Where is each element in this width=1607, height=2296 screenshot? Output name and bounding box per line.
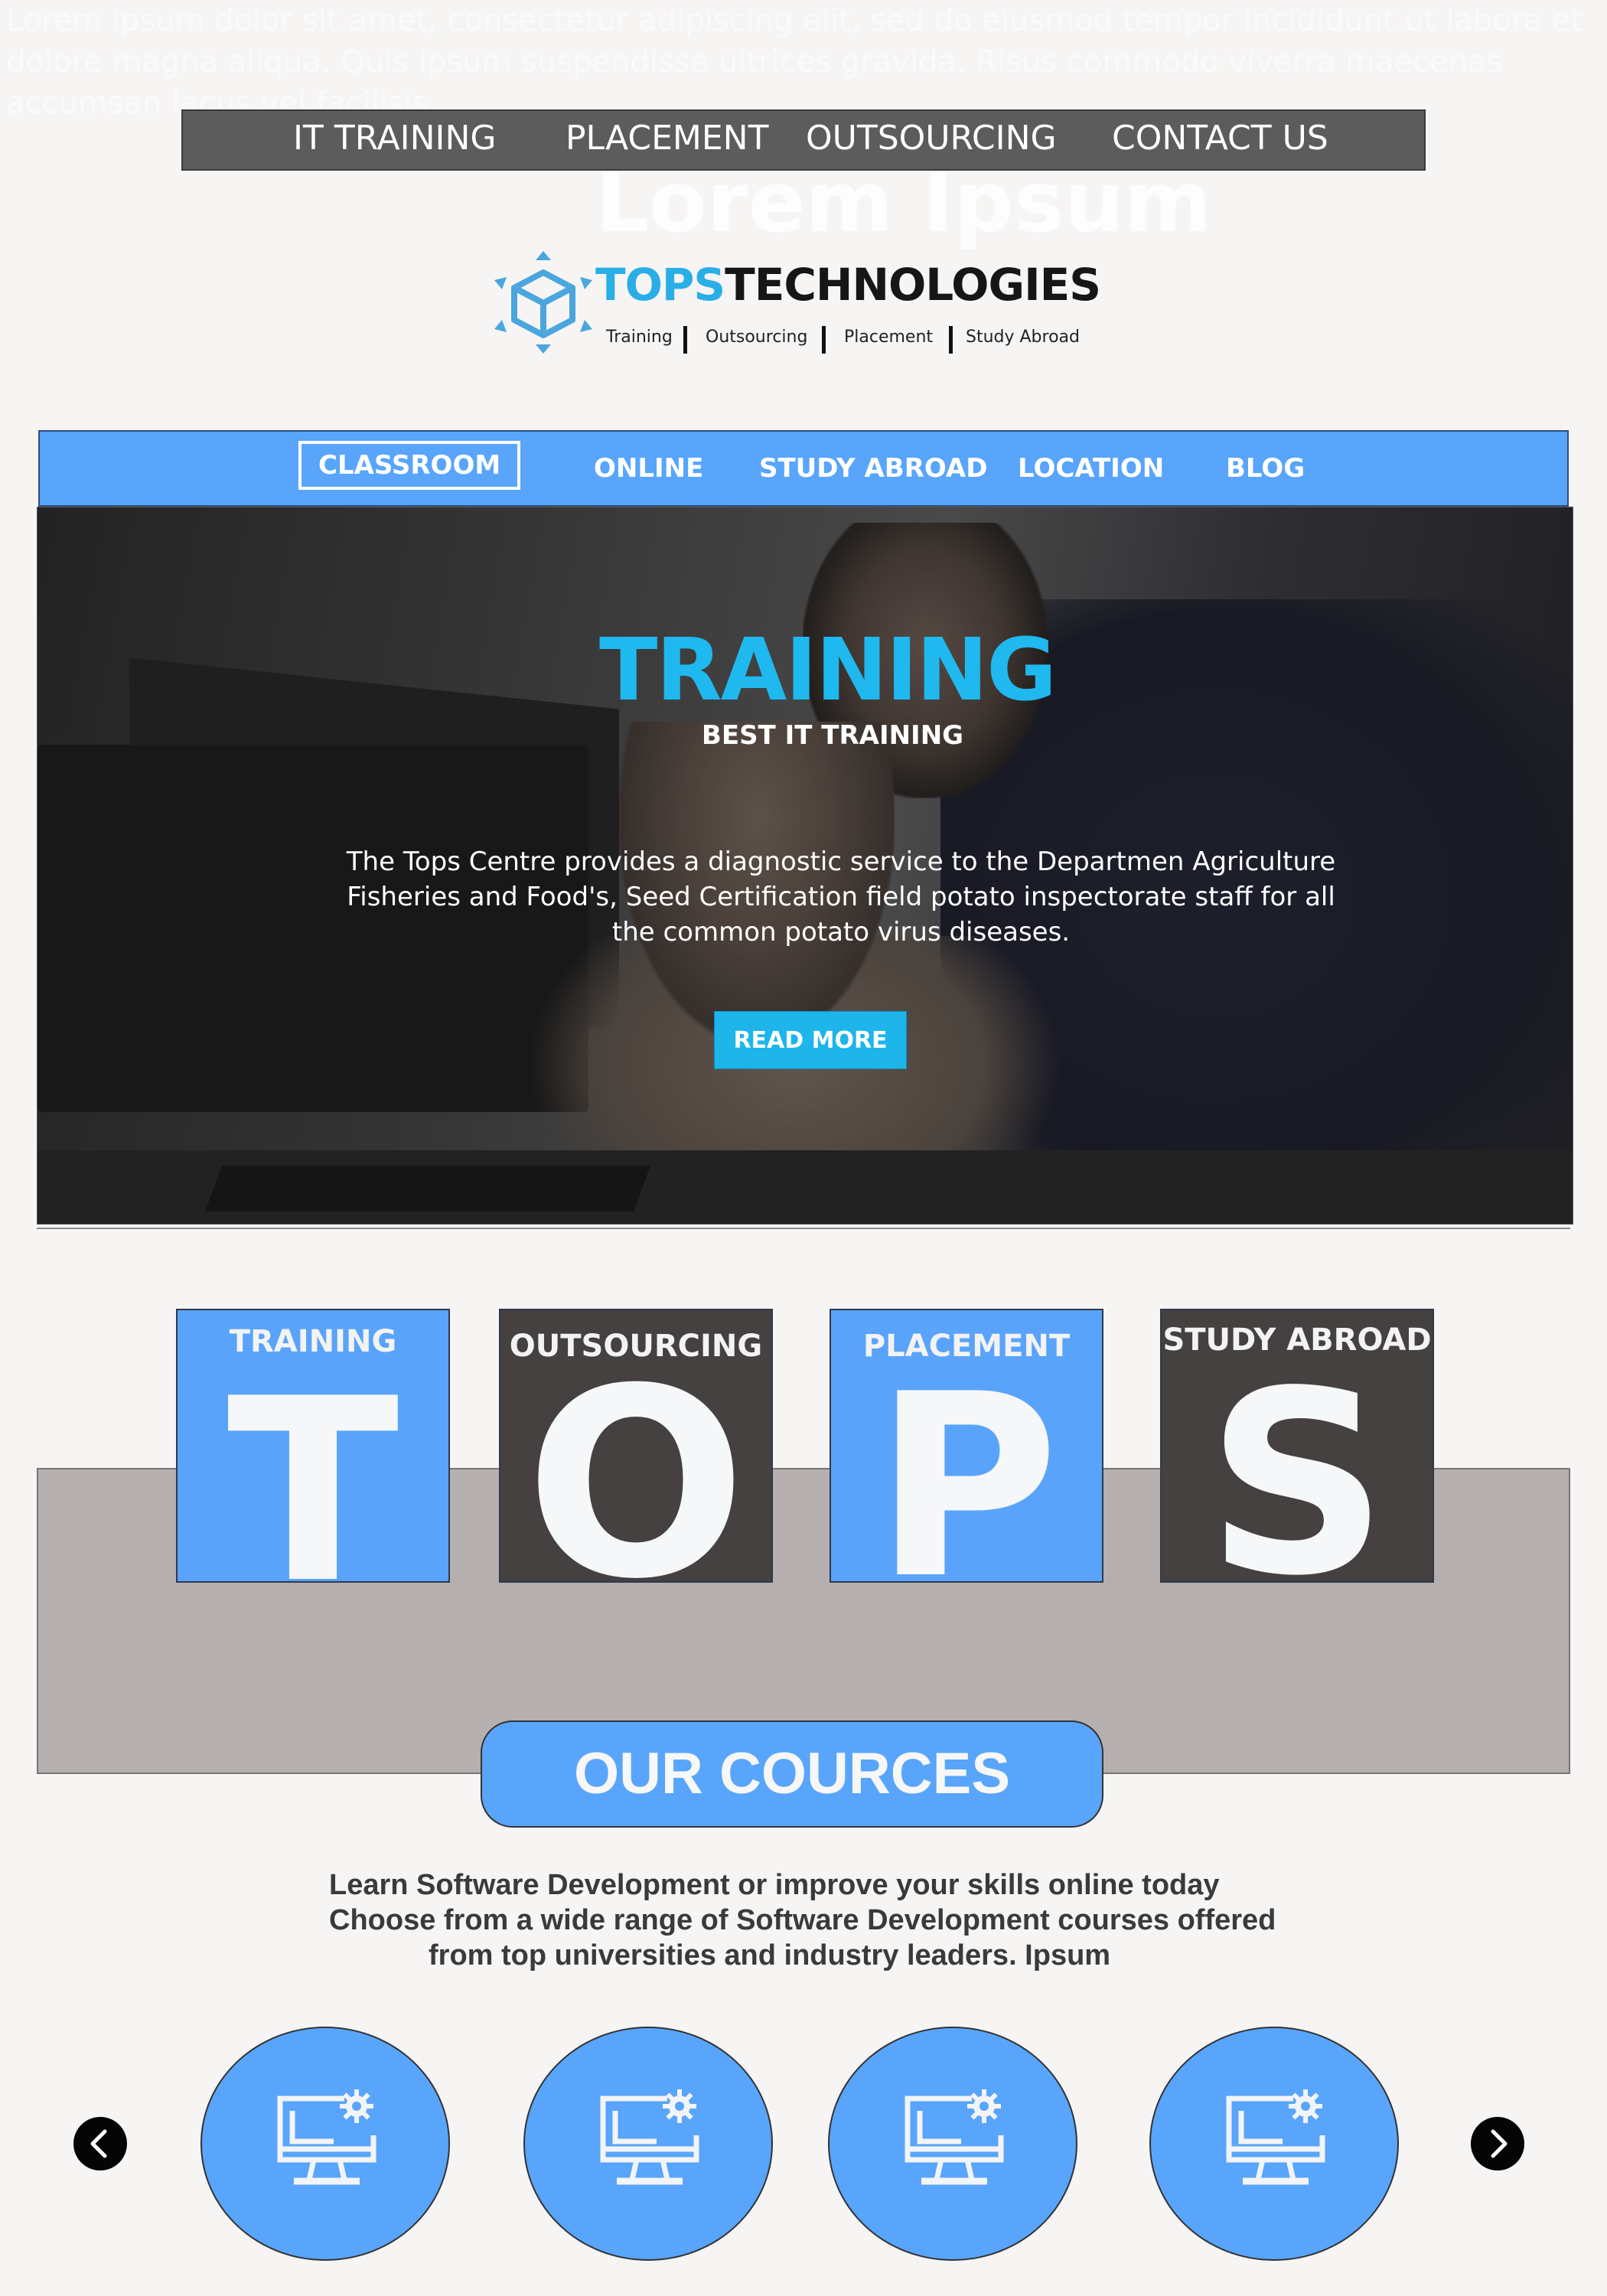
computer-settings-icon (600, 2089, 699, 2185)
courses-description-line: from top universities and industry leade… (429, 1939, 1111, 1971)
courses-description: Learn Software Development or improve yo… (329, 1867, 1324, 1973)
tile-placement[interactable]: PLACEMENT P (830, 1309, 1103, 1583)
logo-tagline-training: Training (606, 328, 673, 347)
brand-name: TOPSTECHNOLOGIES (595, 259, 1101, 311)
tile-letter: S (1206, 1337, 1388, 1583)
logo-tagline-study-abroad: Study Abroad (966, 328, 1080, 347)
hero-description: The Tops Centre provides a diagnostic se… (344, 844, 1338, 950)
logo-tagline-placement: Placement (844, 328, 934, 347)
hero-subtitle: BEST IT TRAINING (701, 720, 964, 751)
top-nav-it-training[interactable]: IT TRAINING (293, 119, 496, 158)
cube-logo-icon (494, 251, 592, 354)
tile-training[interactable]: TRAINING T (176, 1309, 450, 1583)
logo-tagline-divider (822, 326, 826, 354)
computer-settings-icon (905, 2089, 1004, 2185)
read-more-button[interactable]: READ MORE (714, 1011, 907, 1069)
divider (37, 1228, 1570, 1229)
tile-outsourcing[interactable]: OUTSOURCING O (499, 1309, 773, 1583)
nav-tab-classroom[interactable]: CLASSROOM (298, 441, 521, 490)
carousel-next-button[interactable] (1471, 2117, 1524, 2170)
course-item[interactable] (523, 2027, 773, 2261)
nav-tab-blog[interactable]: BLOG (1226, 453, 1305, 484)
brand-name-tops: TOPS (595, 259, 725, 311)
chevron-left-icon (90, 2129, 107, 2158)
course-item[interactable] (828, 2027, 1077, 2261)
carousel-prev-button[interactable] (73, 2117, 127, 2170)
course-item[interactable] (1149, 2027, 1399, 2261)
nav-tab-online[interactable]: ONLINE (594, 453, 703, 484)
hero-banner: TRAINING BEST IT TRAINING The Tops Centr… (37, 507, 1573, 1225)
tile-letter: O (525, 1333, 747, 1583)
tile-study-abroad[interactable]: STUDY ABROAD S (1160, 1309, 1434, 1583)
background-lorem-text: Lorem ipsum dolor sit amet, consectetur … (6, 3, 1583, 121)
logo[interactable]: TOPSTECHNOLOGIES Training Outsourcing Pl… (490, 243, 1101, 358)
top-nav-outsourcing[interactable]: OUTSOURCING (806, 119, 1057, 158)
chevron-right-icon (1491, 2129, 1508, 2158)
top-nav-placement[interactable]: PLACEMENT (566, 119, 768, 158)
hero-description-line: the common potato virus diseases. (611, 917, 1071, 947)
brand-name-technologies: TECHNOLOGIES (725, 259, 1101, 311)
course-item[interactable] (200, 2027, 450, 2261)
hero-title: TRAINING (598, 621, 1057, 720)
courses-description-line: Choose from a wide range of Software Dev… (329, 1904, 1276, 1936)
nav-tab-study-abroad[interactable]: STUDY ABROAD (759, 453, 987, 484)
secondary-nav: CLASSROOM ONLINE STUDY ABROAD LOCATION B… (38, 430, 1569, 507)
courses-description-line: Learn Software Development or improve yo… (329, 1869, 1220, 1901)
tile-letter: T (227, 1345, 399, 1583)
top-nav: IT TRAINING PLACEMENT OUTSOURCING CONTAC… (181, 109, 1426, 171)
logo-tagline-outsourcing: Outsourcing (706, 328, 808, 347)
top-nav-contact-us[interactable]: CONTACT US (1112, 119, 1328, 158)
our-courses-heading: OUR COURCES (481, 1720, 1103, 1828)
logo-tagline-divider (949, 326, 953, 354)
hero-description-line: Fisheries and Food's, Seed Certification… (347, 882, 1335, 912)
hero-description-line: The Tops Centre provides a diagnostic se… (346, 846, 1336, 877)
page: Lorem ipsum dolor sit amet, consectetur … (0, 0, 1607, 2296)
nav-tab-location[interactable]: LOCATION (1018, 453, 1164, 484)
logo-tagline-divider (683, 326, 687, 354)
computer-settings-icon (1226, 2089, 1325, 2185)
tile-letter: P (874, 1340, 1059, 1583)
computer-settings-icon (277, 2089, 376, 2185)
